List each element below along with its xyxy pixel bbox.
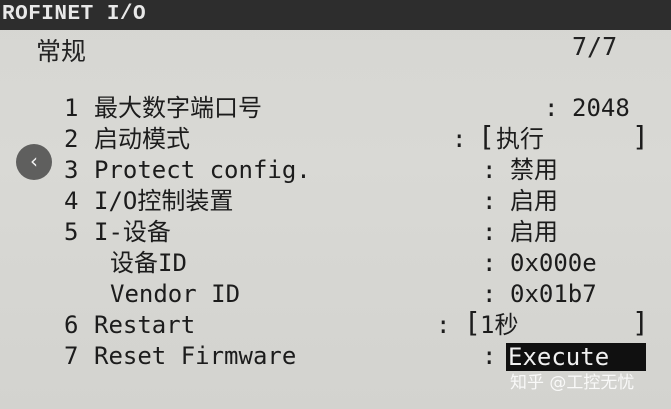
page-header: 常规 7/7 — [0, 30, 671, 72]
setting-row-max-digital-port[interactable]: 1 最大数字端口号 : 2048 — [0, 93, 671, 123]
row-colon: : — [482, 342, 497, 370]
row-number: 1 — [64, 94, 79, 122]
value-left-bracket: [ — [464, 306, 481, 339]
row-label: Protect config. — [94, 156, 311, 184]
setting-row-restart[interactable]: 6 Restart : [ 1秒 ] — [0, 306, 671, 340]
restart-delay-select[interactable]: 1秒 — [480, 310, 518, 340]
row-label: 启动模式 — [94, 125, 190, 153]
row-number: 2 — [64, 125, 79, 153]
row-colon: : — [482, 249, 497, 277]
row-number: 4 — [64, 187, 79, 215]
setting-row-reset-firmware[interactable]: 7 Reset Firmware : Execute — [0, 341, 671, 371]
setting-row-i-device[interactable]: 5 I-设备 : 启用 — [0, 217, 671, 247]
row-colon: : — [482, 187, 497, 215]
row-value: 启用 — [510, 187, 558, 215]
row-number: 7 — [64, 342, 79, 370]
startup-mode-select[interactable]: 执行 — [496, 124, 544, 154]
row-value: 禁用 — [510, 156, 558, 184]
row-colon: : — [482, 280, 497, 308]
row-label: Restart — [94, 311, 196, 339]
page-indicator: 7/7 — [572, 32, 618, 61]
watermark-text: 知乎 @工控无忧 — [510, 373, 635, 393]
row-label: 最大数字端口号 — [94, 94, 262, 122]
row-label: I-设备 — [94, 218, 171, 246]
setting-row-io-controller[interactable]: 4 I/O控制装置 : 启用 — [0, 186, 671, 216]
execute-button[interactable]: Execute — [506, 343, 646, 371]
row-label: 设备ID — [110, 249, 187, 277]
row-value: 0x01b7 — [510, 280, 597, 308]
back-chevron-icon[interactable]: ‹ — [16, 144, 52, 180]
setting-row-device-id: 设备ID : 0x000e — [0, 248, 671, 278]
page-title: 常规 — [36, 37, 87, 66]
pendant-screen: ROFINET I/O 常规 7/7 1 最大数字端口号 : 2048 2 启动… — [0, 0, 671, 409]
row-colon: : — [452, 125, 467, 153]
setting-row-vendor-id: Vendor ID : 0x01b7 — [0, 279, 671, 309]
row-value: 启用 — [510, 218, 558, 246]
row-number: 6 — [64, 311, 79, 339]
row-label: Vendor ID — [110, 280, 241, 308]
value-left-bracket: [ — [478, 120, 495, 153]
row-value: 2048 — [572, 94, 630, 122]
row-colon: : — [482, 156, 497, 184]
row-number: 3 — [64, 156, 79, 184]
row-colon: : — [436, 311, 451, 339]
value-right-bracket: ] — [632, 306, 649, 339]
value-right-bracket: ] — [632, 120, 649, 153]
row-value: 0x000e — [510, 249, 597, 277]
row-label: I/O控制装置 — [94, 187, 234, 215]
row-label: Reset Firmware — [94, 342, 297, 370]
setting-row-protect-config[interactable]: 3 Protect config. : 禁用 — [0, 155, 671, 185]
setting-row-startup-mode[interactable]: 2 启动模式 : [ 执行 ] — [0, 120, 671, 154]
row-colon: : — [482, 218, 497, 246]
row-colon: : — [544, 94, 559, 122]
row-number: 5 — [64, 218, 79, 246]
window-title: ROFINET I/O — [0, 0, 671, 30]
